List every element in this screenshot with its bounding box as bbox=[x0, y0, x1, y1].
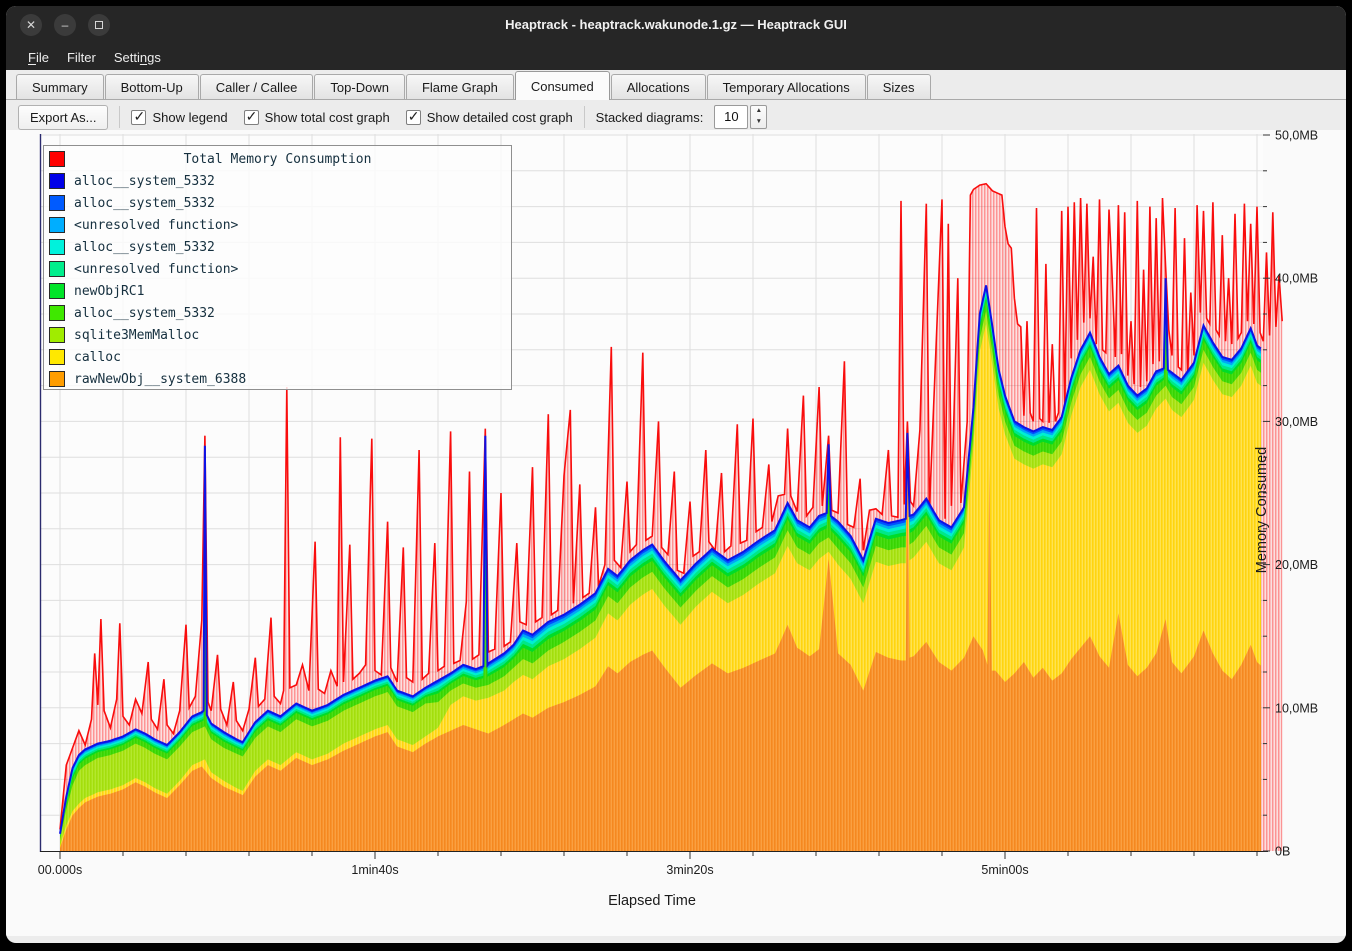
y-tick-label: 20,0MB bbox=[1275, 558, 1318, 572]
chart-legend: Total Memory Consumption alloc__system_5… bbox=[43, 145, 512, 390]
toolbar-separator bbox=[119, 106, 120, 128]
legend-swatch bbox=[49, 261, 65, 277]
tab-label: Summary bbox=[32, 80, 88, 95]
menu-item[interactable]: File bbox=[19, 47, 58, 68]
tab-label: Caller / Callee bbox=[216, 80, 298, 95]
spin-up-icon[interactable]: ▲ bbox=[751, 106, 766, 117]
y-tick-label: 0B bbox=[1275, 845, 1290, 859]
legend-item[interactable]: alloc__system_5332 bbox=[47, 170, 511, 192]
y-axis-title: Memory Consumed bbox=[1254, 430, 1270, 590]
x-tick-label: 5min00s bbox=[981, 863, 1028, 877]
x-tick-label: 3min20s bbox=[666, 863, 713, 877]
legend-item-label: sqlite3MemMalloc bbox=[74, 328, 199, 343]
heaptrack-window: ✕ – Heaptrack - heaptrack.wakunode.1.gz … bbox=[6, 6, 1346, 943]
legend-item-label: <unresolved function> bbox=[74, 262, 238, 277]
legend-item-label: alloc__system_5332 bbox=[74, 174, 215, 189]
checkbox-label: Show legend bbox=[152, 110, 227, 125]
menu-item-label: Filter bbox=[67, 50, 96, 65]
check-icon: ✓ bbox=[246, 108, 258, 125]
tab-bar: Summary Bottom-Up Caller / Callee Top-Down F… bbox=[6, 70, 1346, 100]
export-as-button[interactable]: Export As... bbox=[18, 105, 108, 130]
checkbox-group: ✓ Show legend ✓ Show total cost graph ✓ … bbox=[131, 110, 572, 125]
legend-swatch bbox=[49, 305, 65, 321]
menu-item-label: Settings bbox=[114, 50, 161, 65]
y-tick-label: 30,0MB bbox=[1275, 415, 1318, 429]
toolbar-checkbox[interactable]: ✓ Show total cost graph bbox=[244, 110, 390, 125]
x-tick-label: 1min40s bbox=[351, 863, 398, 877]
spin-down-icon[interactable]: ▼ bbox=[751, 117, 766, 128]
y-tick-label: 50,0MB bbox=[1275, 130, 1318, 143]
checkbox-box: ✓ bbox=[406, 110, 421, 125]
tab-label: Flame Graph bbox=[422, 80, 498, 95]
legend-item[interactable]: newObjRC1 bbox=[47, 280, 511, 302]
tab-label: Sizes bbox=[883, 80, 915, 95]
legend-title-row: Total Memory Consumption bbox=[47, 148, 511, 170]
tab[interactable]: Allocations bbox=[611, 74, 706, 99]
legend-item[interactable]: <unresolved function> bbox=[47, 258, 511, 280]
legend-item[interactable]: sqlite3MemMalloc bbox=[47, 324, 511, 346]
tab[interactable]: Bottom-Up bbox=[105, 74, 199, 99]
legend-swatch bbox=[49, 283, 65, 299]
stacked-diagrams-spinbox: 10 ▲ ▼ bbox=[714, 105, 767, 129]
tab[interactable]: Sizes bbox=[867, 74, 931, 99]
legend-item-label: alloc__system_5332 bbox=[74, 240, 215, 255]
legend-item[interactable]: <unresolved function> bbox=[47, 214, 511, 236]
tab[interactable]: Flame Graph bbox=[406, 74, 514, 99]
chart-toolbar: Export As... ✓ Show legend ✓ Show total … bbox=[6, 100, 1346, 134]
legend-item[interactable]: alloc__system_5332 bbox=[47, 192, 511, 214]
y-tick-label: 10,0MB bbox=[1275, 701, 1318, 715]
legend-swatch bbox=[49, 349, 65, 365]
legend-item[interactable]: calloc bbox=[47, 346, 511, 368]
legend-item-label: rawNewObj__system_6388 bbox=[74, 372, 246, 387]
menu-item-label: File bbox=[28, 50, 49, 65]
toolbar-checkbox[interactable]: ✓ Show detailed cost graph bbox=[406, 110, 573, 125]
legend-swatch bbox=[49, 371, 65, 387]
check-icon: ✓ bbox=[133, 108, 145, 125]
titlebar[interactable]: ✕ – Heaptrack - heaptrack.wakunode.1.gz … bbox=[6, 6, 1346, 44]
menu-item[interactable]: Filter bbox=[58, 47, 105, 68]
legend-title: Total Memory Consumption bbox=[74, 152, 511, 167]
legend-swatch bbox=[49, 239, 65, 255]
menu-bar: File Filter Settings bbox=[6, 44, 1346, 70]
legend-item[interactable]: alloc__system_5332 bbox=[47, 302, 511, 324]
x-axis-title: Elapsed Time bbox=[186, 893, 1118, 909]
tab[interactable]: Top-Down bbox=[314, 74, 405, 99]
legend-item-label: alloc__system_5332 bbox=[74, 196, 215, 211]
tab-label: Allocations bbox=[627, 80, 690, 95]
legend-swatch bbox=[49, 173, 65, 189]
window-title: Heaptrack - heaptrack.wakunode.1.gz — He… bbox=[6, 6, 1346, 44]
toolbar-checkbox[interactable]: ✓ Show legend bbox=[131, 110, 227, 125]
checkbox-box: ✓ bbox=[131, 110, 146, 125]
stacked-diagrams-label: Stacked diagrams: bbox=[596, 110, 704, 125]
legend-swatch bbox=[49, 195, 65, 211]
legend-swatch bbox=[49, 217, 65, 233]
x-tick-label: 00.000s bbox=[38, 863, 82, 877]
menu-item[interactable]: Settings bbox=[105, 47, 170, 68]
tab-label: Consumed bbox=[531, 79, 594, 94]
legend-swatch bbox=[49, 327, 65, 343]
chart-area: 00.000s 1min40s 3min20s 5min00s 0B 10,0MB 20,0… bbox=[6, 130, 1346, 936]
checkbox-label: Show total cost graph bbox=[265, 110, 390, 125]
legend-item-label: alloc__system_5332 bbox=[74, 306, 215, 321]
tab[interactable]: Caller / Callee bbox=[200, 74, 314, 99]
toolbar-separator bbox=[584, 106, 585, 128]
tab[interactable]: Temporary Allocations bbox=[707, 74, 866, 99]
legend-item-label: newObjRC1 bbox=[74, 284, 144, 299]
checkbox-box: ✓ bbox=[244, 110, 259, 125]
check-icon: ✓ bbox=[408, 108, 420, 125]
checkbox-label: Show detailed cost graph bbox=[427, 110, 573, 125]
tab-label: Temporary Allocations bbox=[723, 80, 850, 95]
tab-label: Top-Down bbox=[330, 80, 389, 95]
tab[interactable]: Summary bbox=[16, 74, 104, 99]
spinbox-value[interactable]: 10 bbox=[714, 105, 748, 129]
legend-item-label: <unresolved function> bbox=[74, 218, 238, 233]
legend-item[interactable]: rawNewObj__system_6388 bbox=[47, 368, 511, 390]
legend-item-label: calloc bbox=[74, 350, 121, 365]
tab-label: Bottom-Up bbox=[121, 80, 183, 95]
y-tick-label: 40,0MB bbox=[1275, 272, 1318, 286]
tab[interactable]: Consumed bbox=[515, 71, 610, 100]
legend-item[interactable]: alloc__system_5332 bbox=[47, 236, 511, 258]
legend-swatch-total bbox=[49, 151, 65, 167]
legend-items: alloc__system_5332 alloc__system_5332 <u… bbox=[47, 170, 511, 390]
